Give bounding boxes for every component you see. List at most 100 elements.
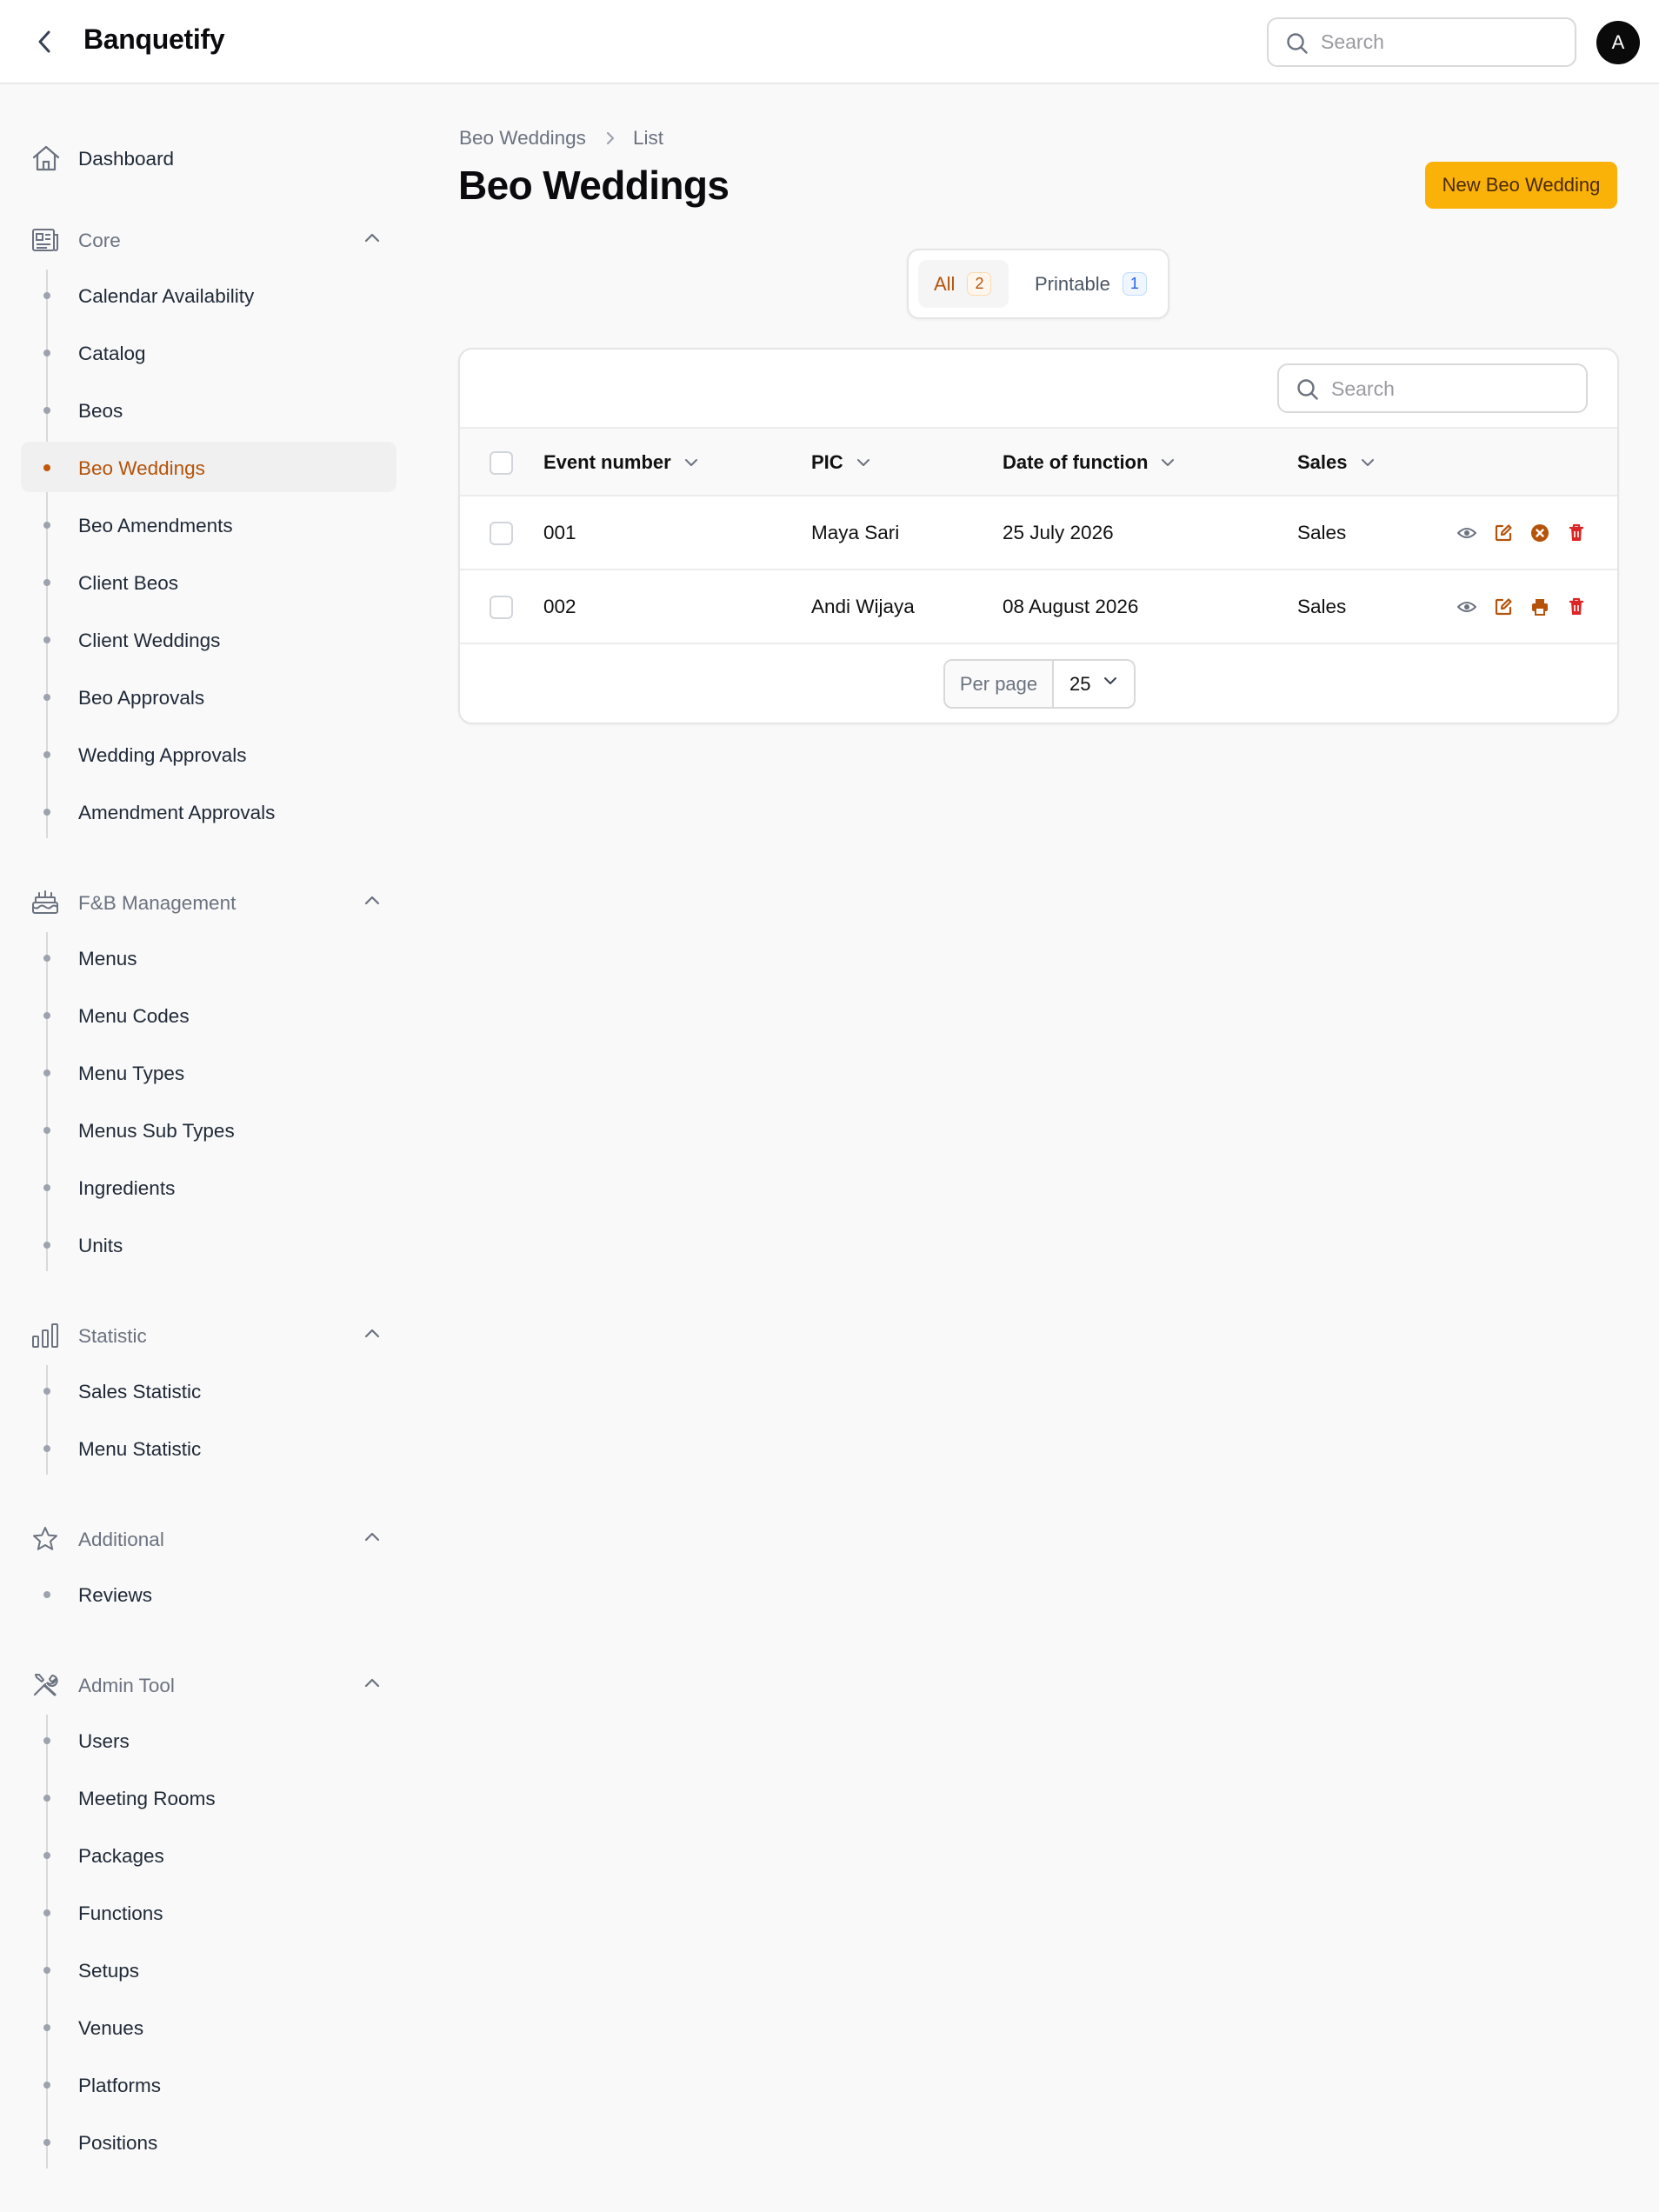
back-button[interactable]: [28, 24, 63, 59]
sidebar-group-header-additional[interactable]: Additional: [21, 1513, 396, 1565]
sidebar-group-header-statistic[interactable]: Statistic: [21, 1309, 396, 1362]
sidebar-item-calendar-availability[interactable]: Calendar Availability: [21, 266, 396, 323]
per-page-value: 25: [1069, 672, 1091, 695]
sidebar-item-positions[interactable]: Positions: [21, 2113, 396, 2170]
sidebar-group-items: Calendar Availability Catalog Beos Beo W…: [21, 266, 396, 840]
sidebar-item-label: Client Beos: [78, 572, 179, 594]
breadcrumb: Beo Weddings List: [459, 127, 663, 150]
new-beo-wedding-button[interactable]: New Beo Wedding: [1425, 162, 1617, 209]
sidebar-item-units[interactable]: Units: [21, 1216, 396, 1273]
sidebar-item-menu-statistic[interactable]: Menu Statistic: [21, 1419, 396, 1476]
column-header-pic[interactable]: PIC: [811, 451, 871, 474]
wrench-screwdriver-icon: [33, 1674, 58, 1696]
avatar[interactable]: A: [1596, 21, 1640, 64]
sidebar-item-label: Menu Codes: [78, 1005, 190, 1027]
cell-event-number: 001: [543, 522, 576, 543]
trash-icon[interactable]: [1566, 523, 1587, 543]
sidebar-item-label: Venues: [78, 2017, 144, 2039]
column-header-sales[interactable]: Sales: [1297, 451, 1376, 474]
sidebar-item-beo-weddings[interactable]: Beo Weddings: [21, 438, 396, 496]
sidebar-group-label: Core: [78, 230, 121, 251]
sidebar-item-reviews[interactable]: Reviews: [21, 1565, 396, 1622]
sidebar-item-ingredients[interactable]: Ingredients: [21, 1158, 396, 1216]
sidebar-item-label: Users: [78, 1730, 130, 1752]
column-header-date-of-function[interactable]: Date of function: [1003, 451, 1176, 474]
sidebar-item-users[interactable]: Users: [21, 1711, 396, 1769]
sidebar-item-wedding-approvals[interactable]: Wedding Approvals: [21, 725, 396, 783]
page-title: Beo Weddings: [458, 163, 730, 208]
sidebar-group-statistic: Statistic Sales Statistic Menu Statistic: [21, 1309, 396, 1476]
column-label: Date of function: [1003, 451, 1149, 473]
sidebar-item-menus[interactable]: Menus: [21, 929, 396, 986]
nav-dot: [43, 1388, 50, 1395]
active-highlight: [21, 442, 396, 492]
chevron-up-icon: [364, 1678, 380, 1688]
sidebar-item-menu-codes[interactable]: Menu Codes: [21, 986, 396, 1043]
sidebar-item-catalog[interactable]: Catalog: [21, 323, 396, 381]
sidebar-item-amendment-approvals[interactable]: Amendment Approvals: [21, 783, 396, 840]
sidebar-item-label: Ingredients: [78, 1177, 176, 1199]
row-checkbox[interactable]: [490, 522, 513, 545]
sidebar-item-client-beos[interactable]: Client Beos: [21, 553, 396, 610]
sidebar-item-menu-types[interactable]: Menu Types: [21, 1043, 396, 1101]
sidebar-item-label: Client Weddings: [78, 630, 221, 651]
global-search[interactable]: [1267, 17, 1576, 67]
sidebar-item-beo-amendments[interactable]: Beo Amendments: [21, 496, 396, 553]
sidebar-item-label: Wedding Approvals: [78, 744, 247, 766]
row-checkbox[interactable]: [490, 596, 513, 619]
trash-icon[interactable]: [1566, 596, 1587, 617]
edit-icon[interactable]: [1493, 596, 1514, 617]
cell-sales: Sales: [1297, 596, 1347, 617]
tab-printable[interactable]: Printable 1: [1017, 260, 1156, 308]
per-page-select[interactable]: 25: [1054, 661, 1134, 707]
breadcrumb-current: List: [632, 127, 663, 149]
chevron-left-icon: [38, 30, 50, 53]
cell-pic: Maya Sari: [811, 522, 900, 543]
sidebar-item-platforms[interactable]: Platforms: [21, 2055, 396, 2113]
sidebar-item-label: Functions: [78, 1902, 163, 1924]
table-search-input[interactable]: [1331, 377, 1575, 401]
sidebar-item-setups[interactable]: Setups: [21, 1941, 396, 1998]
chevron-right-icon: [605, 130, 616, 146]
view-icon[interactable]: [1456, 596, 1477, 617]
sidebar-item-packages[interactable]: Packages: [21, 1826, 396, 1883]
nav-dot: [43, 350, 50, 356]
cancel-circle-icon[interactable]: [1529, 523, 1550, 543]
sidebar-item-venues[interactable]: Venues: [21, 1998, 396, 2055]
sidebar-item-meeting-rooms[interactable]: Meeting Rooms: [21, 1769, 396, 1826]
nav-dot: [43, 1242, 50, 1249]
view-icon[interactable]: [1456, 523, 1477, 543]
sidebar-group-header-fnb[interactable]: F&B Management: [21, 876, 396, 929]
table-search[interactable]: [1277, 363, 1588, 413]
chevron-down-icon: [1360, 457, 1376, 468]
sidebar-item-beos[interactable]: Beos: [21, 381, 396, 438]
chevron-up-icon: [364, 1329, 380, 1338]
edit-icon[interactable]: [1493, 523, 1514, 543]
sidebar-item-label: Reviews: [78, 1584, 153, 1606]
sidebar-item-sales-statistic[interactable]: Sales Statistic: [21, 1362, 396, 1419]
sidebar-item-label: Positions: [78, 2132, 158, 2154]
breadcrumb-parent-link[interactable]: Beo Weddings: [459, 127, 586, 150]
nav-dot: [43, 1852, 50, 1859]
sidebar-group-header-admin[interactable]: Admin Tool: [21, 1659, 396, 1711]
sidebar-group-header-core[interactable]: Core: [21, 214, 396, 266]
nav-dot: [43, 1445, 50, 1452]
sidebar-group-items: Reviews: [21, 1565, 396, 1622]
home-icon: [32, 145, 60, 171]
sidebar-item-client-weddings[interactable]: Client Weddings: [21, 610, 396, 668]
tab-all[interactable]: All 2: [918, 260, 1009, 308]
sidebar-item-label: Menu Statistic: [78, 1438, 202, 1460]
select-all-checkbox[interactable]: [490, 451, 513, 475]
sidebar-item-functions[interactable]: Functions: [21, 1883, 396, 1941]
search-icon: [1287, 33, 1308, 54]
sidebar-item-label: Meeting Rooms: [78, 1788, 216, 1809]
sidebar-item-beo-approvals[interactable]: Beo Approvals: [21, 668, 396, 725]
nav-dot: [43, 292, 50, 299]
print-icon[interactable]: [1529, 596, 1550, 617]
global-search-input[interactable]: [1321, 30, 1556, 54]
sidebar-item-dashboard[interactable]: Dashboard: [21, 132, 396, 184]
sidebar-item-label: Packages: [78, 1845, 164, 1867]
sidebar-item-label: Beo Weddings: [78, 457, 205, 479]
sidebar-item-menus-sub-types[interactable]: Menus Sub Types: [21, 1101, 396, 1158]
column-header-event-number[interactable]: Event number: [543, 451, 699, 474]
